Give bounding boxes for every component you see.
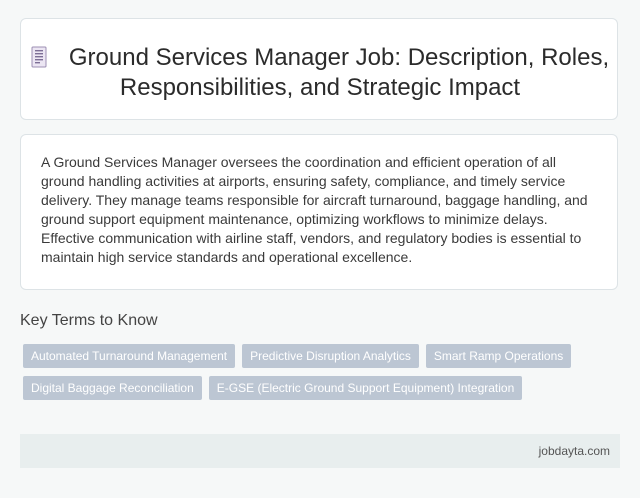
description-card: A Ground Services Manager oversees the c… xyxy=(20,134,618,290)
term-tag[interactable]: Smart Ramp Operations xyxy=(425,344,572,368)
term-tag[interactable]: Automated Turnaround Management xyxy=(23,344,236,368)
footer: jobdayta.com xyxy=(20,434,620,468)
key-terms-tags: Automated Turnaround Management Predicti… xyxy=(23,344,583,400)
title-card: Ground Services Manager Job: Description… xyxy=(20,18,618,120)
description-text: A Ground Services Manager oversees the c… xyxy=(41,154,588,265)
term-tag[interactable]: Predictive Disruption Analytics xyxy=(242,344,419,368)
term-tag[interactable]: E-GSE (Electric Ground Support Equipment… xyxy=(208,376,523,400)
page-title: Ground Services Manager Job: Description… xyxy=(21,43,619,103)
document-icon xyxy=(31,46,47,68)
site-link[interactable]: jobdayta.com xyxy=(539,444,610,458)
term-tag[interactable]: Digital Baggage Reconciliation xyxy=(23,376,202,400)
page: Ground Services Manager Job: Description… xyxy=(0,0,640,498)
page-title-text: Ground Services Manager Job: Description… xyxy=(68,44,610,101)
key-terms-heading: Key Terms to Know xyxy=(20,312,158,329)
